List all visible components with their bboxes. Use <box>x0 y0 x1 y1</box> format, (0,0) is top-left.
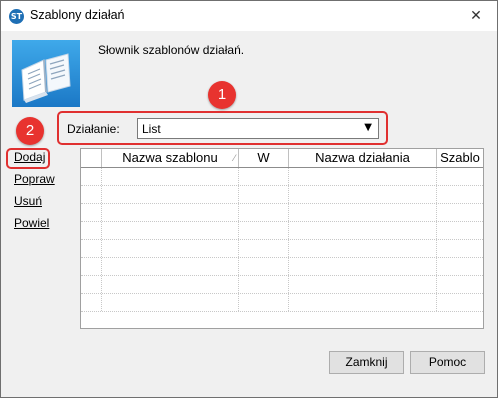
table-cell[interactable] <box>239 204 289 221</box>
column-header-template[interactable]: Szablo <box>437 149 483 167</box>
table-cell[interactable] <box>102 222 239 239</box>
table-cell[interactable] <box>102 258 239 275</box>
dialog-window: ST Szablony działań ✕ Słownik szablonów … <box>0 0 498 398</box>
close-button[interactable]: Zamknij <box>329 351 404 374</box>
table-cell[interactable] <box>102 186 239 203</box>
column-header-action-name[interactable]: Nazwa działania <box>289 149 437 167</box>
table-cell[interactable] <box>81 222 102 239</box>
callout-2-badge: 2 <box>16 117 44 145</box>
table-cell[interactable] <box>81 186 102 203</box>
add-link[interactable]: Dodaj <box>14 150 45 164</box>
table-cell[interactable] <box>289 294 437 311</box>
app-icon: ST <box>9 9 24 24</box>
table-cell[interactable] <box>81 276 102 293</box>
table-cell[interactable] <box>437 294 483 311</box>
table-cell[interactable] <box>81 204 102 221</box>
table-cell[interactable] <box>437 222 483 239</box>
table-row[interactable] <box>81 276 483 294</box>
table-cell[interactable] <box>239 186 289 203</box>
table-cell[interactable] <box>437 240 483 257</box>
table-row[interactable] <box>81 168 483 186</box>
table-cell[interactable] <box>239 294 289 311</box>
table-cell[interactable] <box>289 204 437 221</box>
edit-link[interactable]: Popraw <box>14 172 55 186</box>
table-cell[interactable] <box>102 294 239 311</box>
duplicate-link[interactable]: Powiel <box>14 216 49 230</box>
column-header-w[interactable]: W <box>239 149 289 167</box>
table-cell[interactable] <box>437 258 483 275</box>
table-cell[interactable] <box>81 168 102 185</box>
table-cell[interactable] <box>437 186 483 203</box>
table-cell[interactable] <box>81 240 102 257</box>
window-title: Szablony działań <box>30 8 125 22</box>
table-row[interactable] <box>81 294 483 312</box>
templates-grid[interactable]: Nazwa szablonu ⁄ W Nazwa działania Szabl… <box>80 148 484 329</box>
table-cell[interactable] <box>239 240 289 257</box>
table-cell[interactable] <box>289 258 437 275</box>
help-button[interactable]: Pomoc <box>410 351 485 374</box>
table-cell[interactable] <box>239 222 289 239</box>
table-cell[interactable] <box>289 186 437 203</box>
header-description: Słownik szablonów działań. <box>98 43 245 57</box>
table-cell[interactable] <box>289 276 437 293</box>
chevron-down-icon[interactable]: ▼ <box>364 122 372 133</box>
table-cell[interactable] <box>437 276 483 293</box>
grid-header: Nazwa szablonu ⁄ W Nazwa działania Szabl… <box>81 149 483 168</box>
sort-icon: ⁄ <box>233 154 235 164</box>
column-header-indicator[interactable] <box>81 149 102 167</box>
book-icon <box>12 40 80 107</box>
header-panel: Słownik szablonów działań. <box>1 31 497 111</box>
close-icon[interactable]: ✕ <box>463 5 489 27</box>
action-label: Działanie: <box>67 122 120 136</box>
table-cell[interactable] <box>239 168 289 185</box>
table-cell[interactable] <box>81 294 102 311</box>
table-cell[interactable] <box>102 276 239 293</box>
action-select-value: List <box>142 122 161 136</box>
table-cell[interactable] <box>437 204 483 221</box>
table-cell[interactable] <box>437 168 483 185</box>
action-select[interactable]: List ▼ <box>137 118 379 139</box>
table-cell[interactable] <box>102 168 239 185</box>
delete-link[interactable]: Usuń <box>14 194 42 208</box>
table-cell[interactable] <box>239 258 289 275</box>
table-cell[interactable] <box>102 240 239 257</box>
column-header-template-name-label: Nazwa szablonu <box>122 150 218 165</box>
table-row[interactable] <box>81 204 483 222</box>
title-bar[interactable]: ST Szablony działań ✕ <box>1 1 497 31</box>
callout-1-badge: 1 <box>208 81 236 109</box>
table-cell[interactable] <box>239 276 289 293</box>
table-row[interactable] <box>81 258 483 276</box>
table-cell[interactable] <box>81 258 102 275</box>
table-cell[interactable] <box>102 204 239 221</box>
column-header-template-name[interactable]: Nazwa szablonu ⁄ <box>102 149 239 167</box>
table-cell[interactable] <box>289 168 437 185</box>
table-row[interactable] <box>81 222 483 240</box>
table-cell[interactable] <box>289 240 437 257</box>
table-row[interactable] <box>81 240 483 258</box>
table-row[interactable] <box>81 186 483 204</box>
table-cell[interactable] <box>289 222 437 239</box>
